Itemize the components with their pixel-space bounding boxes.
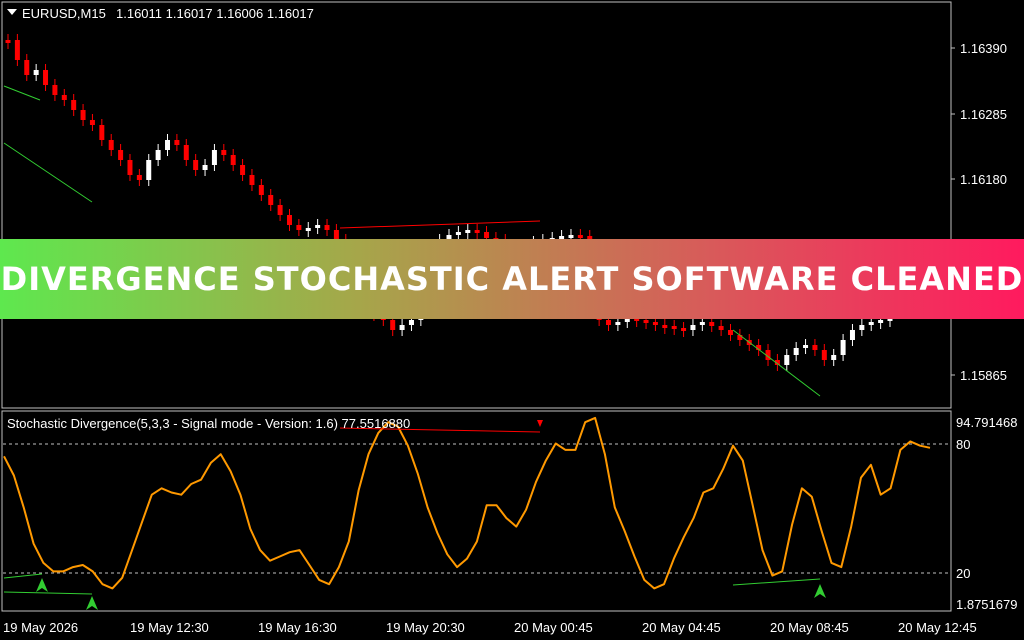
- candle-body: [315, 225, 321, 228]
- candle-body: [849, 330, 855, 340]
- price-tick-label: 1.16285: [960, 107, 1007, 122]
- price-tick-label: 1.16180: [960, 172, 1007, 187]
- candle-body: [305, 228, 311, 231]
- candle-body: [240, 165, 246, 175]
- candle-body: [61, 95, 67, 100]
- candle-body: [5, 40, 11, 43]
- candle-body: [52, 85, 58, 95]
- candle-body: [803, 345, 809, 348]
- candle-body: [606, 320, 612, 325]
- candle-body: [136, 175, 142, 180]
- candle-body: [183, 145, 189, 160]
- candle-body: [296, 225, 302, 230]
- time-tick-label: 19 May 20:30: [386, 620, 465, 635]
- price-tick-label: 1.15865: [960, 368, 1007, 383]
- indicator-scale-max: 94.791468: [956, 415, 1017, 430]
- candle-body: [286, 215, 292, 225]
- candle-body: [324, 225, 330, 230]
- promo-banner: DIVERGENCE STOCHASTIC ALERT SOFTWARE CLE…: [0, 239, 1024, 319]
- candle-body: [24, 60, 30, 75]
- candle-body: [709, 322, 715, 326]
- price-chart[interactable]: EURUSD,M15 1.16011 1.16017 1.16006 1.160…: [1, 1, 952, 409]
- indicator-title: Stochastic Divergence(5,3,3 - Signal mod…: [7, 416, 410, 431]
- candle-body: [193, 160, 199, 170]
- candle-body: [399, 325, 405, 330]
- level-high-label: 80: [956, 437, 970, 452]
- time-tick-label: 20 May 08:45: [770, 620, 849, 635]
- candle-body: [14, 40, 20, 60]
- candle-body: [718, 326, 724, 330]
- candle-body: [165, 140, 171, 150]
- symbol-label: EURUSD,M15: [22, 6, 106, 21]
- stochastic-subwindow[interactable]: Stochastic Divergence(5,3,3 - Signal mod…: [1, 410, 952, 612]
- time-axis: 19 May 2026 19 May 12:30 19 May 16:30 19…: [3, 620, 977, 635]
- candle-body: [878, 320, 884, 323]
- candle-body: [615, 322, 621, 325]
- candle-body: [80, 110, 86, 120]
- candle-body: [840, 340, 846, 355]
- price-chart-frame: [1, 1, 952, 409]
- candle-body: [408, 320, 414, 325]
- candle-body: [690, 325, 696, 330]
- candle-body: [643, 320, 649, 323]
- banner-text: DIVERGENCE STOCHASTIC ALERT SOFTWARE CLE…: [0, 260, 1024, 298]
- candle-body: [99, 125, 105, 140]
- indicator-frame: [1, 410, 952, 612]
- time-tick-label: 20 May 00:45: [514, 620, 593, 635]
- candle-body: [43, 70, 49, 85]
- chart-window[interactable]: EURUSD,M15 1.16011 1.16017 1.16006 1.160…: [0, 0, 1024, 640]
- candle-body: [249, 175, 255, 185]
- candle-body: [174, 140, 180, 145]
- time-tick-label: 19 May 12:30: [130, 620, 209, 635]
- candle-body: [465, 230, 471, 233]
- candle-body: [268, 195, 274, 205]
- candle-body: [146, 160, 152, 180]
- candle-body: [455, 232, 461, 235]
- candle-body: [474, 230, 480, 233]
- candle-body: [868, 322, 874, 325]
- time-tick-label: 20 May 12:45: [898, 620, 977, 635]
- level-low-label: 20: [956, 566, 970, 581]
- candle-body: [484, 232, 490, 238]
- time-tick-label: 19 May 2026: [3, 620, 78, 635]
- price-tick-label: 1.16390: [960, 41, 1007, 56]
- candle-body: [108, 140, 114, 150]
- candle-body: [211, 150, 217, 165]
- candle-body: [230, 155, 236, 165]
- candle-body: [221, 150, 227, 155]
- candle-body: [671, 326, 677, 329]
- candle-body: [258, 185, 264, 195]
- candle-body: [277, 205, 283, 215]
- candle-body: [784, 355, 790, 365]
- candle-body: [33, 70, 39, 75]
- candle-body: [71, 100, 77, 110]
- candle-body: [831, 355, 837, 360]
- time-tick-label: 20 May 04:45: [642, 620, 721, 635]
- indicator-scale-min: 1.8751679: [956, 597, 1017, 612]
- candle-body: [662, 325, 668, 328]
- candle-body: [118, 150, 124, 160]
- price-axis: 1.16390 1.16285 1.16180 1.15865: [951, 41, 1007, 383]
- indicator-axis: 94.791468 80 20 1.8751679: [956, 415, 1017, 612]
- candle-body: [681, 328, 687, 331]
- candle-body: [652, 322, 658, 325]
- candle-body: [155, 150, 161, 160]
- candle-body: [699, 322, 705, 325]
- candle-body: [89, 120, 95, 125]
- candle-body: [568, 235, 574, 238]
- candle-body: [390, 320, 396, 330]
- candle-body: [821, 350, 827, 360]
- candle-body: [127, 160, 133, 175]
- candle-body: [793, 348, 799, 355]
- candle-body: [812, 345, 818, 350]
- candle-body: [859, 325, 865, 330]
- candle-body: [202, 165, 208, 170]
- candle-body: [577, 235, 583, 238]
- candle-body: [727, 330, 733, 335]
- ohlc-label: 1.16011 1.16017 1.16006 1.16017: [116, 6, 314, 21]
- time-tick-label: 19 May 16:30: [258, 620, 337, 635]
